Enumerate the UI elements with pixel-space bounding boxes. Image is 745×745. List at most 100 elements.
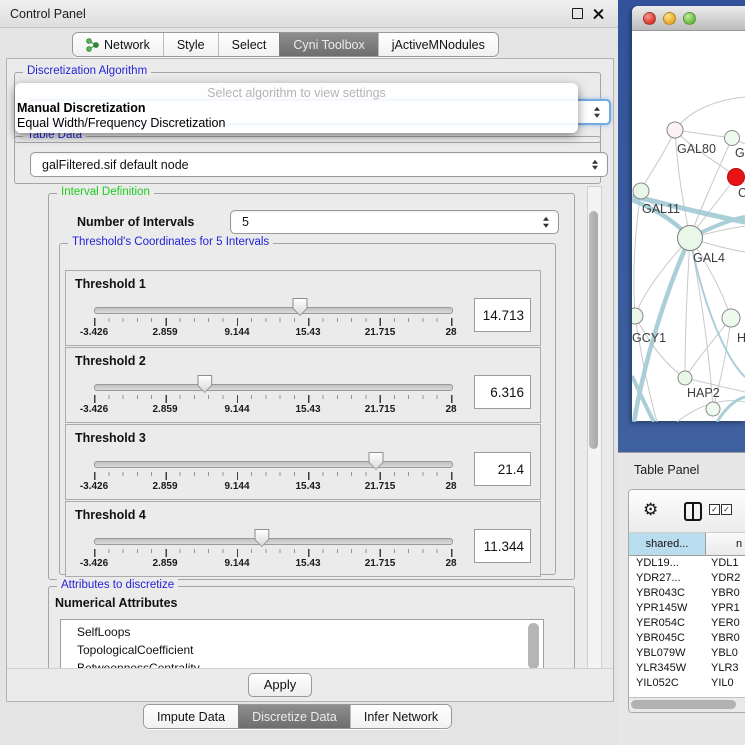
number-of-intervals-label: Number of Intervals [77, 215, 194, 229]
slider-major-ticks [94, 549, 453, 557]
slider-major-ticks [94, 395, 453, 403]
tab-discretize-data[interactable]: Discretize Data [238, 705, 350, 728]
network-view-window: GAL80 G. C GAL11 GAL4 GCY1 H HAP2 [632, 6, 745, 421]
tick-label: 2.859 [135, 327, 195, 338]
list-item-topologicalcoefficient[interactable]: TopologicalCoefficient [61, 641, 543, 659]
node-top-right[interactable] [725, 131, 740, 146]
threshold-1-label: Threshold 1 [75, 277, 146, 291]
tick-label: 28 [421, 558, 481, 569]
node-gcy1[interactable] [632, 308, 643, 324]
node-gal11[interactable] [633, 183, 649, 199]
tab-infer-network[interactable]: Infer Network [350, 705, 451, 728]
table-hscrollbar-thumb[interactable] [631, 700, 736, 709]
table-toolbar: ⚙ ✓ ✓ [629, 490, 745, 533]
tick-label: -3.426 [64, 481, 124, 492]
node-gal4[interactable] [678, 226, 703, 251]
table-header-row: shared... n [629, 533, 745, 556]
threshold-2-value-field[interactable]: 6.316 [474, 375, 531, 409]
list-item-selfloops[interactable]: SelfLoops [61, 620, 543, 641]
table-row[interactable]: YIL052CYIL0 [629, 676, 745, 689]
network-icon [86, 38, 99, 52]
tick-label: 21.715 [350, 327, 410, 338]
spinner-arrows-icon [543, 217, 549, 228]
algorithm-popup-prompt[interactable]: Select algorithm to view settings [15, 86, 578, 100]
table-row[interactable]: YPR145WYPR1 [629, 601, 745, 616]
threshold-1-value-field[interactable]: 14.713 [474, 298, 531, 332]
table-horizontal-scrollbar[interactable] [629, 697, 745, 712]
label-h-partial: H [737, 331, 745, 345]
close-icon[interactable] [593, 8, 604, 19]
attributes-group-label: Attributes to discretize [57, 579, 178, 591]
threshold-1-slider-handle[interactable] [292, 298, 307, 316]
combo-arrows-icon [592, 159, 598, 170]
table-data-combobox[interactable]: galFiltered.sif default node [30, 152, 608, 177]
tick-label: 9.144 [207, 404, 267, 415]
checkbox-icon[interactable]: ✓ [721, 504, 732, 515]
algorithm-popup-item-manual[interactable]: Manual Discretization [17, 101, 146, 115]
table-panel-title: Table Panel [634, 463, 699, 477]
threshold-3-box: Threshold 3 -3.426 2.859 9.144 15.43 21.… [65, 424, 541, 500]
tick-label: 21.715 [350, 404, 410, 415]
algorithm-dropdown-popup: Select algorithm to view settings Manual… [15, 83, 578, 133]
threshold-4-box: Threshold 4 -3.426 2.859 9.144 15.43 21.… [65, 501, 541, 577]
tab-style[interactable]: Style [163, 33, 218, 56]
threshold-4-value-field[interactable]: 11.344 [474, 529, 531, 563]
table-row[interactable]: YER054CYER0 [629, 616, 745, 631]
close-traffic-light-icon[interactable] [643, 12, 656, 25]
threshold-3-value-field[interactable]: 21.4 [474, 452, 531, 486]
table-row[interactable]: YBR045CYBR0 [629, 631, 745, 646]
column-header-name[interactable]: n [706, 533, 745, 555]
table-row[interactable]: YDL19...YDL1 [629, 556, 745, 571]
node-gal80[interactable] [667, 122, 683, 138]
tick-label: 28 [421, 404, 481, 415]
threshold-2-slider-handle[interactable] [197, 375, 212, 393]
minimize-traffic-light-icon[interactable] [663, 12, 676, 25]
label-c-partial: C [738, 186, 745, 200]
table-row[interactable]: YLR345WYLR3 [629, 661, 745, 676]
thresholds-group: Threshold's Coordinates for 5 Intervals … [59, 243, 556, 575]
threshold-3-slider-handle[interactable] [369, 452, 384, 470]
tab-impute-data[interactable]: Impute Data [144, 705, 238, 728]
number-of-intervals-spinner[interactable]: 5 [230, 210, 559, 234]
table-data-value: galFiltered.sif default node [42, 158, 189, 172]
checkbox-icon[interactable]: ✓ [709, 504, 720, 515]
network-canvas[interactable]: GAL80 G. C GAL11 GAL4 GCY1 H HAP2 [632, 31, 745, 422]
table-row[interactable]: YBL079WYBL0 [629, 646, 745, 661]
tick-label: 15.43 [278, 404, 338, 415]
threshold-2-box: Threshold 2 -3.426 2.859 9.144 15.43 21.… [65, 347, 541, 423]
tab-network[interactable]: Network [73, 33, 163, 56]
control-panel-tabs: Network Style Select Cyni Toolbox jActiv… [72, 32, 499, 57]
table-row[interactable]: YDR27...YDR2 [629, 571, 745, 586]
apply-bar: Apply [7, 668, 613, 701]
node-bottom[interactable] [706, 402, 720, 416]
label-hap2: HAP2 [687, 386, 720, 400]
control-panel-window: Control Panel Network Style Select Cyni … [0, 0, 619, 745]
list-scrollbar-thumb[interactable] [528, 623, 539, 669]
panel-scrollbar[interactable] [587, 186, 602, 702]
tick-label: 15.43 [278, 481, 338, 492]
tick-label: 15.43 [278, 327, 338, 338]
tab-jactivemnodules[interactable]: jActiveMNodules [378, 33, 498, 56]
node-hap2[interactable] [678, 371, 692, 385]
tab-cyni-toolbox[interactable]: Cyni Toolbox [279, 33, 377, 56]
node-right-middle[interactable] [722, 309, 740, 327]
column-header-shared-name[interactable]: shared... [629, 533, 706, 555]
table-data-group: Table Data galFiltered.sif default node [14, 136, 601, 184]
algorithm-popup-item-equal-width[interactable]: Equal Width/Frequency Discretization [17, 116, 225, 130]
interval-definition-group: Interval Definition Number of Intervals … [48, 193, 575, 580]
tick-label: 2.859 [135, 481, 195, 492]
zoom-traffic-light-icon[interactable] [683, 12, 696, 25]
panel-scrollbar-thumb[interactable] [589, 211, 598, 449]
node-red-selected[interactable] [728, 169, 745, 186]
discretization-algorithm-label: Discretization Algorithm [23, 65, 151, 77]
tab-select[interactable]: Select [218, 33, 280, 56]
threshold-4-slider-handle[interactable] [254, 529, 269, 547]
threshold-3-label: Threshold 3 [75, 431, 146, 445]
tick-label: 9.144 [207, 481, 267, 492]
apply-button[interactable]: Apply [248, 673, 312, 697]
split-columns-icon[interactable] [684, 502, 702, 521]
tick-label: 9.144 [207, 327, 267, 338]
gear-icon[interactable]: ⚙ [643, 500, 658, 520]
float-window-icon[interactable] [572, 8, 583, 19]
table-row[interactable]: YBR043CYBR0 [629, 586, 745, 601]
